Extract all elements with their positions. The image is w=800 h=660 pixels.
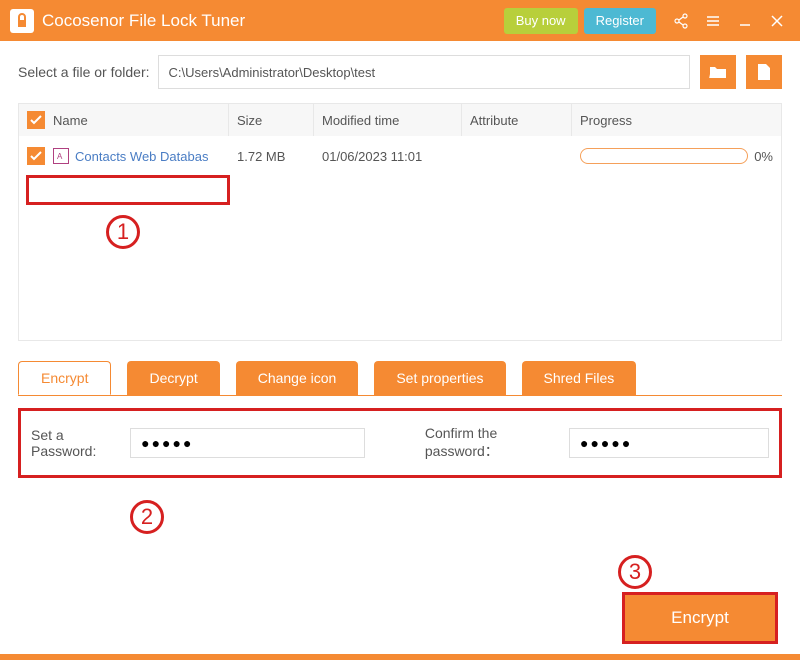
row-checkbox[interactable]	[27, 147, 45, 165]
minimize-icon[interactable]	[732, 8, 758, 34]
tab-shred-files[interactable]: Shred Files	[522, 361, 637, 395]
tab-decrypt[interactable]: Decrypt	[127, 361, 219, 395]
app-title: Cocosenor File Lock Tuner	[42, 11, 504, 31]
register-button[interactable]: Register	[584, 8, 656, 34]
bottom-border	[0, 654, 800, 660]
tab-change-icon[interactable]: Change icon	[236, 361, 359, 395]
browse-file-button[interactable]	[746, 55, 782, 89]
share-icon[interactable]	[668, 8, 694, 34]
col-attribute: Attribute	[462, 104, 572, 136]
annotation-1: 1	[106, 215, 140, 249]
tab-encrypt[interactable]: Encrypt	[18, 361, 111, 395]
app-logo	[10, 9, 34, 33]
menu-icon[interactable]	[700, 8, 726, 34]
col-modified: Modified time	[314, 104, 462, 136]
confirm-password-input[interactable]	[569, 428, 769, 458]
path-row: Select a file or folder:	[18, 55, 782, 89]
svg-text:A: A	[57, 152, 63, 161]
annotation-3: 3	[618, 555, 652, 589]
tab-set-properties[interactable]: Set properties	[374, 361, 505, 395]
col-size: Size	[229, 104, 314, 136]
table-header: Name Size Modified time Attribute Progre…	[19, 104, 781, 136]
browse-folder-button[interactable]	[700, 55, 736, 89]
buy-now-button[interactable]: Buy now	[504, 8, 578, 34]
set-password-input[interactable]	[130, 428, 365, 458]
progress-percent: 0%	[754, 149, 773, 164]
col-progress: Progress	[572, 104, 781, 136]
set-password-label: Set a Password:	[31, 427, 126, 459]
file-modified: 01/06/2023 11:01	[314, 149, 462, 164]
col-name: Name	[53, 113, 88, 128]
path-label: Select a file or folder:	[18, 64, 150, 80]
encrypt-button[interactable]: Encrypt	[622, 592, 778, 644]
file-name: Contacts Web Databas	[75, 149, 208, 164]
progress-bar	[580, 148, 748, 164]
titlebar: Cocosenor File Lock Tuner Buy now Regist…	[0, 0, 800, 41]
close-icon[interactable]	[764, 8, 790, 34]
select-all-checkbox[interactable]	[27, 111, 45, 129]
confirm-password-label: Confirm the password：	[425, 425, 565, 461]
table-row[interactable]: A Contacts Web Databas 1.72 MB 01/06/202…	[19, 136, 781, 176]
file-size: 1.72 MB	[229, 149, 314, 164]
path-input[interactable]	[158, 55, 690, 89]
annotation-2: 2	[130, 500, 164, 534]
tab-bar: Encrypt Decrypt Change icon Set properti…	[18, 361, 782, 396]
access-file-icon: A	[53, 148, 69, 164]
password-panel: Set a Password: Confirm the password：	[18, 408, 782, 478]
